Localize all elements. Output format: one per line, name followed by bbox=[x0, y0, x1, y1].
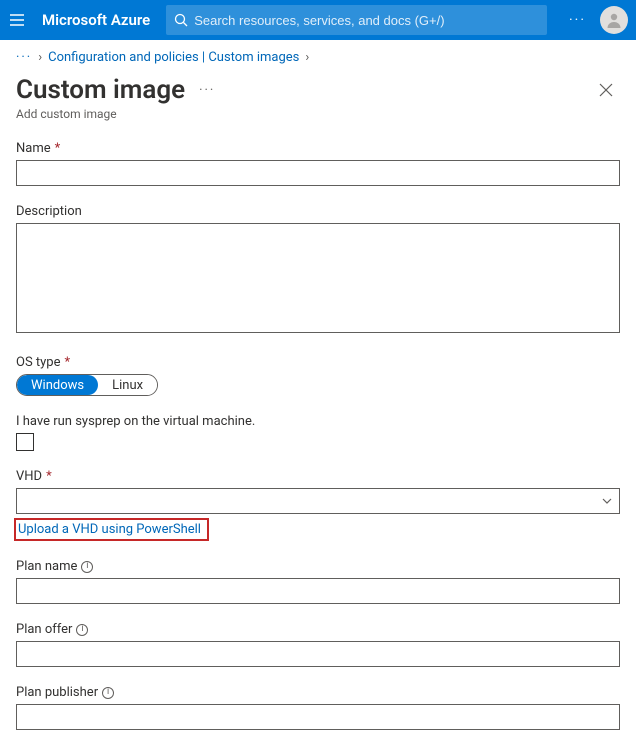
os-type-windows[interactable]: Windows bbox=[17, 375, 98, 395]
name-label: Name bbox=[16, 141, 51, 156]
info-icon[interactable]: i bbox=[81, 561, 93, 573]
global-search[interactable] bbox=[166, 5, 547, 35]
top-bar: Microsoft Azure ··· bbox=[0, 0, 636, 40]
chevron-down-icon bbox=[601, 495, 613, 507]
search-icon bbox=[174, 13, 188, 27]
name-input[interactable] bbox=[16, 160, 620, 186]
sysprep-label: I have run sysprep on the virtual machin… bbox=[16, 414, 620, 429]
field-plan-publisher: Plan publisher i bbox=[16, 685, 620, 730]
os-type-linux[interactable]: Linux bbox=[98, 375, 157, 395]
os-type-toggle: Windows Linux bbox=[16, 374, 158, 396]
page-title: Custom image bbox=[16, 75, 185, 105]
vhd-label: VHD bbox=[16, 469, 42, 484]
field-description: Description bbox=[16, 204, 620, 337]
page-subtitle: Add custom image bbox=[0, 107, 636, 141]
breadcrumb: ··· › Configuration and policies | Custo… bbox=[0, 40, 636, 69]
chevron-right-icon: › bbox=[305, 50, 309, 65]
plan-name-input[interactable] bbox=[16, 578, 620, 604]
breadcrumb-more-icon[interactable]: ··· bbox=[16, 50, 32, 65]
search-input[interactable] bbox=[194, 13, 539, 28]
field-plan-name: Plan name i bbox=[16, 559, 620, 604]
vhd-select[interactable] bbox=[16, 488, 620, 514]
field-vhd: VHD * bbox=[16, 469, 620, 514]
field-plan-offer: Plan offer i bbox=[16, 622, 620, 667]
upload-vhd-powershell-link[interactable]: Upload a VHD using PowerShell bbox=[14, 518, 209, 541]
plan-offer-input[interactable] bbox=[16, 641, 620, 667]
required-marker: * bbox=[55, 141, 61, 156]
hamburger-icon[interactable] bbox=[8, 11, 26, 29]
title-row: Custom image ··· bbox=[0, 69, 636, 107]
topbar-more-icon[interactable]: ··· bbox=[569, 12, 586, 28]
close-button[interactable] bbox=[592, 76, 620, 104]
avatar[interactable] bbox=[600, 6, 628, 34]
info-icon[interactable]: i bbox=[102, 687, 114, 699]
form: Name * Description OS type * Windows Lin… bbox=[0, 141, 636, 730]
info-icon[interactable]: i bbox=[76, 624, 88, 636]
title-more-icon[interactable]: ··· bbox=[199, 83, 215, 98]
chevron-right-icon: › bbox=[38, 50, 42, 65]
os-type-label: OS type bbox=[16, 355, 60, 370]
plan-publisher-input[interactable] bbox=[16, 704, 620, 730]
required-marker: * bbox=[46, 469, 52, 484]
breadcrumb-link[interactable]: Configuration and policies | Custom imag… bbox=[48, 50, 299, 65]
description-label: Description bbox=[16, 204, 82, 219]
brand-label: Microsoft Azure bbox=[36, 11, 156, 29]
sysprep-checkbox[interactable] bbox=[16, 433, 34, 451]
plan-offer-label: Plan offer bbox=[16, 622, 72, 637]
field-os-type: OS type * Windows Linux bbox=[16, 355, 620, 396]
plan-publisher-label: Plan publisher bbox=[16, 685, 98, 700]
field-name: Name * bbox=[16, 141, 620, 186]
plan-name-label: Plan name bbox=[16, 559, 77, 574]
field-sysprep: I have run sysprep on the virtual machin… bbox=[16, 414, 620, 451]
required-marker: * bbox=[64, 355, 70, 370]
description-input[interactable] bbox=[16, 223, 620, 333]
topbar-right: ··· bbox=[569, 6, 628, 34]
